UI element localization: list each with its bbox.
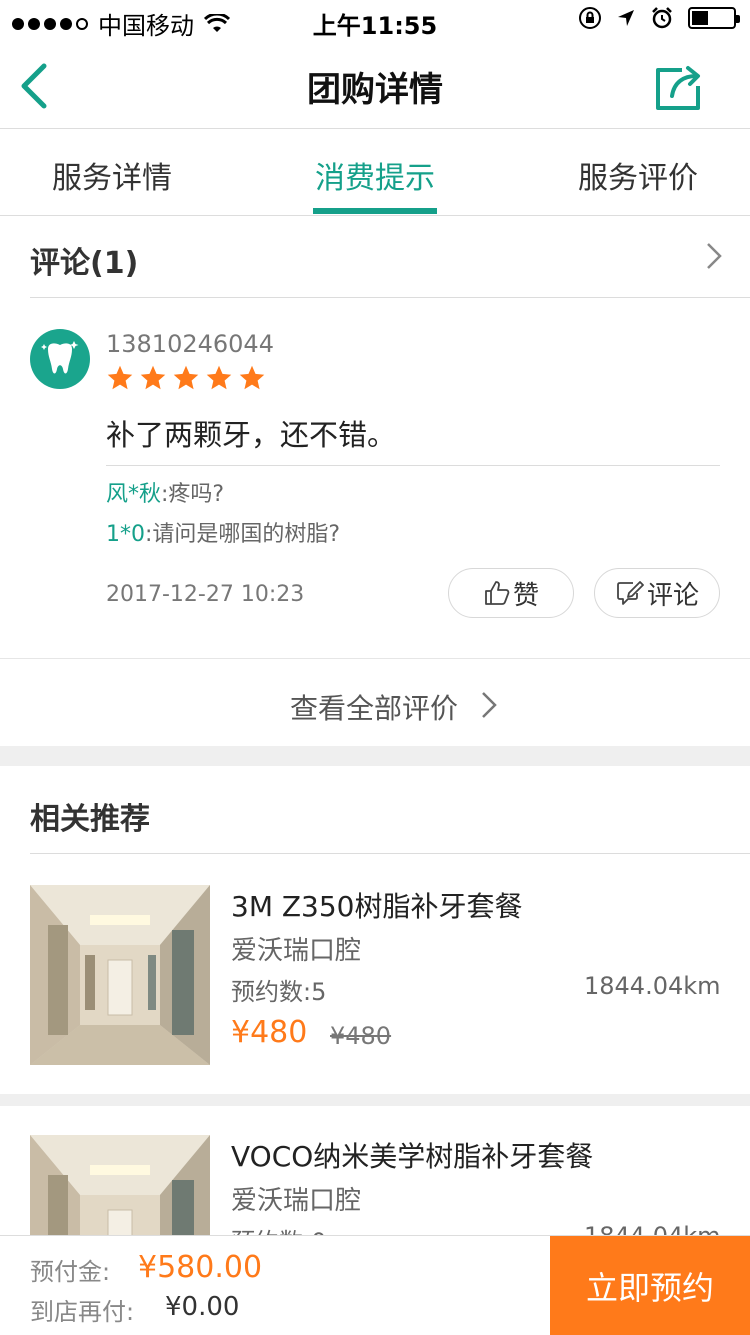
tab-bar: 服务详情 消费提示 服务评价 [0, 129, 750, 216]
review-date: 2017-12-27 10:23 [106, 582, 305, 607]
view-all-reviews-label: 查看全部评价 [290, 692, 459, 725]
comment-label: 评论 [646, 580, 699, 611]
alarm-icon [652, 7, 672, 29]
share-icon[interactable] [652, 62, 704, 114]
star-icon [173, 365, 199, 390]
reply-item: 1*0:请问是哪国的树脂? [106, 516, 340, 548]
active-tab-indicator [313, 208, 437, 214]
like-button[interactable]: 赞 [448, 568, 574, 618]
bottom-bar: 预付金: ¥580.00 到店再付: ¥0.00 立即预约 [0, 1235, 750, 1335]
item-name: 3M Z350树脂补牙套餐 [231, 890, 523, 923]
item-distance: 1844.04km [584, 972, 721, 1000]
view-all-reviews-row[interactable]: 查看全部评价 [0, 658, 750, 747]
divider [106, 465, 720, 466]
tab-service-details[interactable]: 服务详情 [52, 153, 172, 197]
nav-bar: 团购详情 [0, 40, 750, 129]
item-name: VOCO纳米美学树脂补牙套餐 [231, 1140, 594, 1173]
section-separator [0, 746, 750, 766]
orientation-lock-icon [579, 7, 601, 29]
recommendations-title: 相关推荐 [30, 802, 150, 837]
deposit-amount: ¥580.00 [138, 1250, 263, 1285]
battery-icon [688, 7, 740, 29]
thumbs-up-icon [485, 581, 510, 605]
reply-author[interactable]: 1*0 [106, 522, 145, 547]
reply-text: :请问是哪国的树脂? [145, 522, 341, 547]
comment-button[interactable]: 评论 [594, 568, 720, 618]
clinic-hallway-image[interactable] [30, 885, 210, 1065]
status-bar: 中国移动 上午11:55 [0, 0, 750, 40]
item-appointments: 预约数:5 [231, 978, 327, 1006]
location-icon [618, 10, 634, 26]
pay-in-store-amount: ¥0.00 [165, 1292, 240, 1322]
pay-in-store-label: 到店再付: [30, 1298, 135, 1326]
rating-stars [106, 364, 266, 392]
star-icon [239, 365, 265, 390]
reviews-title[interactable]: 评论(1) [30, 238, 138, 282]
avatar[interactable] [30, 329, 90, 389]
star-icon [107, 365, 133, 390]
book-now-button[interactable]: 立即预约 [550, 1236, 750, 1335]
like-label: 赞 [512, 580, 539, 611]
clinic-hallway-image[interactable] [30, 1135, 210, 1235]
reply-item: 风*秋:疼吗? [106, 476, 224, 508]
page-title: 团购详情 [307, 70, 443, 110]
tab-service-reviews[interactable]: 服务评价 [578, 153, 698, 197]
item-shop: 爱沃瑞口腔 [231, 936, 362, 966]
star-icon [206, 365, 232, 390]
reply-author[interactable]: 风*秋 [106, 482, 161, 507]
review-text: 补了两颗牙，还不错。 [106, 418, 397, 452]
divider [30, 297, 750, 298]
tooth-icon [41, 341, 79, 374]
chevron-right-icon [482, 692, 497, 718]
reply-text: :疼吗? [161, 482, 225, 507]
chevron-right-icon[interactable] [706, 242, 722, 270]
status-right [578, 6, 740, 30]
item-separator [0, 1094, 750, 1106]
edit-icon [617, 581, 644, 605]
deposit-label: 预付金: [30, 1258, 111, 1286]
tab-consumption-tips[interactable]: 消费提示 [315, 153, 435, 197]
item-price: ¥480 [231, 1015, 308, 1050]
item-original-price: ¥480 [330, 1022, 392, 1050]
review-username: 13810246044 [106, 330, 274, 358]
star-icon [140, 365, 166, 390]
item-shop: 爱沃瑞口腔 [231, 1186, 362, 1216]
